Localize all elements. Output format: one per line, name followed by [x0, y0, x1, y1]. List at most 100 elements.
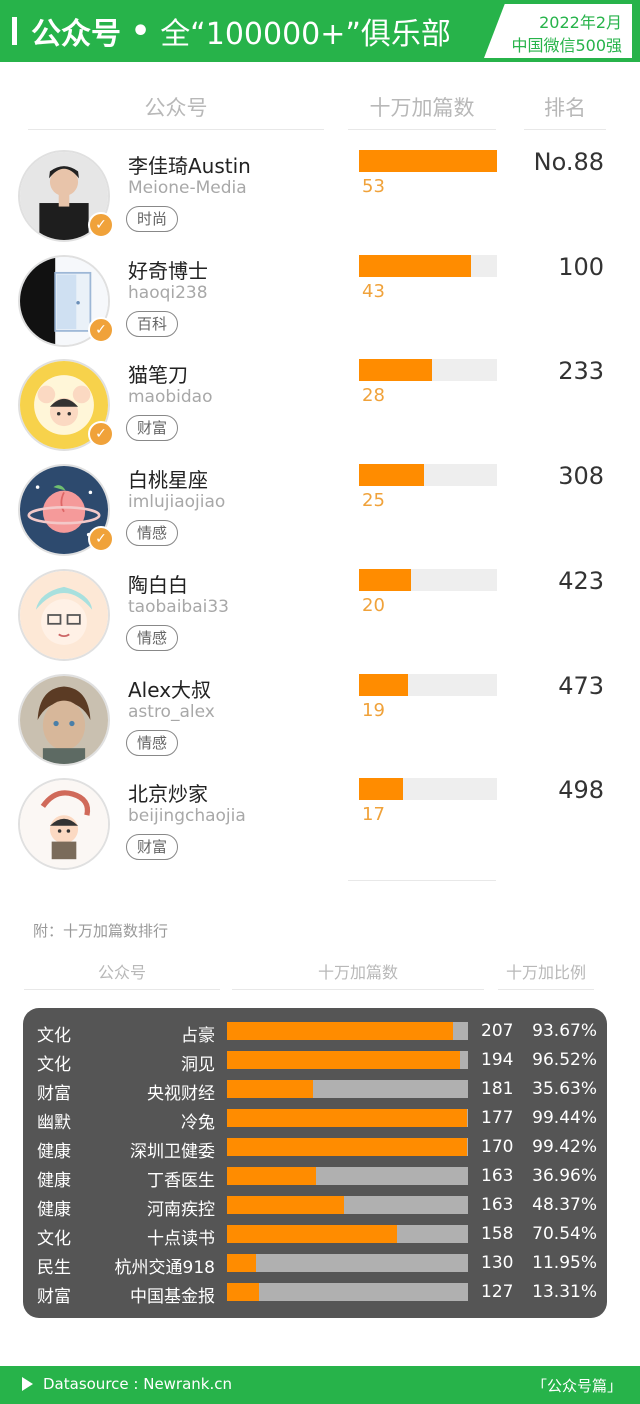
rank-label: 423: [558, 566, 604, 595]
account-row[interactable]: 北京炒家 beijingchaojia 财富 17 498: [0, 776, 640, 882]
rank-label: 233: [558, 357, 604, 386]
ranking-row: 幽默 冷兔 177 99.44%: [23, 1104, 607, 1133]
ratio-bar: [227, 1225, 397, 1243]
ranking-count: 130: [481, 1253, 514, 1273]
avatar[interactable]: [18, 673, 110, 766]
account-name[interactable]: 好奇博士: [128, 255, 208, 284]
avatar[interactable]: [18, 568, 110, 661]
account-name[interactable]: 猫笔刀: [128, 359, 188, 388]
account-name[interactable]: 陶白白: [128, 569, 188, 598]
ratio-bar-track: [227, 1109, 468, 1127]
account-row[interactable]: 陶白白 taobaibai33 情感 20 423: [0, 566, 640, 673]
count-label: 28: [362, 385, 385, 407]
ranking-account-name[interactable]: 占豪: [181, 1021, 215, 1046]
count-bar-track: [359, 568, 497, 591]
ranking-ratio: 70.54%: [532, 1224, 597, 1244]
ratio-bar-track: [227, 1254, 468, 1272]
ranking-ratio: 93.67%: [532, 1021, 597, 1041]
ranking-account-name[interactable]: 洞见: [181, 1050, 215, 1075]
cartoon-kid-avatar: [20, 780, 108, 869]
ranking-account-name[interactable]: 央视财经: [147, 1079, 215, 1104]
ranking-ratio: 13.31%: [532, 1282, 597, 1302]
ranking-account-name[interactable]: 河南疾控: [147, 1195, 215, 1220]
account-row[interactable]: ✓ 白桃星座 imlujiaojiao 情感 25 308: [0, 462, 640, 568]
ranking-category: 文化: [37, 1229, 71, 1249]
ranking-category: 民生: [37, 1258, 71, 1278]
count-bar: [359, 150, 497, 172]
ranking-row: 健康 河南疾控 163 48.37%: [23, 1191, 607, 1220]
account-name[interactable]: 北京炒家: [128, 778, 208, 807]
appendix-header-account: 公众号: [24, 960, 220, 990]
footer-bar: Datasource : Newrank.cn 「公众号篇」: [0, 1366, 640, 1404]
ranking-account-name[interactable]: 杭州交通918: [115, 1253, 215, 1278]
ranking-ratio: 48.37%: [532, 1195, 597, 1215]
count-label: 43: [362, 280, 385, 302]
account-name[interactable]: Alex大叔: [128, 674, 211, 703]
ranking-count: 158: [481, 1224, 514, 1244]
ranking-row: 健康 丁香医生 163 36.96%: [23, 1162, 607, 1191]
ratio-bar: [227, 1080, 313, 1098]
account-row[interactable]: ✓ 李佳琦Austin Meione-Media 时尚 53 No.88: [0, 148, 640, 254]
rank-label: 308: [558, 462, 604, 491]
cartoon-boy-avatar: [20, 570, 108, 659]
header-banner: 公众号 • 全“100000+”俱乐部 2022年2月 中国微信500强: [0, 0, 640, 62]
appendix-header-ratio: 十万加比例: [498, 960, 594, 990]
ratio-bar-track: [227, 1225, 468, 1243]
category-tag: 财富: [126, 415, 179, 442]
ranking-row: 财富 央视财经 181 35.63%: [23, 1075, 607, 1104]
rank-label: No.88: [533, 148, 604, 176]
category-tag: 情感: [126, 624, 179, 651]
count-bar-track: [359, 359, 497, 382]
ratio-bar-track: [227, 1138, 468, 1156]
ranking-category: 财富: [37, 1084, 71, 1104]
appendix-note: 附：十万加篇数排行: [33, 922, 169, 940]
verified-check-icon: ✓: [88, 316, 114, 343]
ranking-row: 文化 占豪 207 93.67%: [23, 1017, 607, 1046]
account-id: haoqi238: [128, 282, 208, 303]
header-account: 公众号: [28, 92, 324, 130]
avatar[interactable]: [18, 778, 110, 871]
ranking-count: 181: [481, 1079, 514, 1099]
ranking-category: 幽默: [37, 1113, 71, 1133]
ranking-account-name[interactable]: 十点读书: [147, 1224, 215, 1249]
ranking-account-name[interactable]: 冷兔: [181, 1108, 215, 1133]
count-bar-track: [359, 673, 497, 696]
ratio-bar: [227, 1196, 344, 1214]
ranking-row: 健康 深圳卫健委 170 99.42%: [23, 1133, 607, 1162]
account-name[interactable]: 白桃星座: [128, 464, 208, 493]
ranking-account-name[interactable]: 深圳卫健委: [130, 1137, 215, 1162]
count-bar-track: [359, 254, 497, 277]
count-bar: [359, 673, 408, 696]
date-badge: 2022年2月 中国微信500强: [484, 4, 632, 58]
count-bar: [359, 254, 471, 277]
rank-label: 498: [558, 776, 604, 805]
painted-boy-avatar: [20, 675, 108, 764]
badge-label: 中国微信500强: [511, 36, 622, 55]
count-label: 17: [362, 804, 385, 826]
account-row[interactable]: ✓ 猫笔刀 maobidao 财富 28 233: [0, 357, 640, 463]
account-id: astro_alex: [128, 701, 215, 722]
ranking-count: 163: [481, 1166, 514, 1186]
ranking-row: 文化 洞见 194 96.52%: [23, 1046, 607, 1075]
ratio-bar-track: [227, 1022, 468, 1040]
ratio-bar-track: [227, 1080, 468, 1098]
ranking-ratio: 11.95%: [532, 1253, 597, 1273]
account-id: beijingchaojia: [128, 806, 246, 827]
account-name[interactable]: 李佳琦Austin: [128, 150, 251, 179]
account-row[interactable]: Alex大叔 astro_alex 情感 19 473: [0, 672, 640, 778]
ranking-account-name[interactable]: 中国基金报: [130, 1282, 215, 1307]
category-tag: 财富: [126, 834, 179, 861]
ranking-category: 财富: [37, 1287, 71, 1307]
page-title: 公众号 • 全“100000+”俱乐部: [12, 8, 451, 54]
title-dot: •: [131, 13, 151, 49]
count-bar: [359, 568, 411, 591]
appendix-header-count: 十万加篇数: [232, 960, 484, 990]
account-row[interactable]: ✓ 好奇博士 haoqi238 百科 43 100: [0, 253, 640, 359]
ratio-bar: [227, 1167, 316, 1185]
badge-date: 2022年2月: [539, 13, 622, 32]
ranking-count: 207: [481, 1021, 514, 1041]
datasource-text: Datasource : Newrank.cn: [43, 1375, 233, 1393]
account-id: taobaibai33: [128, 596, 229, 617]
play-triangle-icon: [22, 1377, 33, 1391]
ranking-account-name[interactable]: 丁香医生: [147, 1166, 215, 1191]
